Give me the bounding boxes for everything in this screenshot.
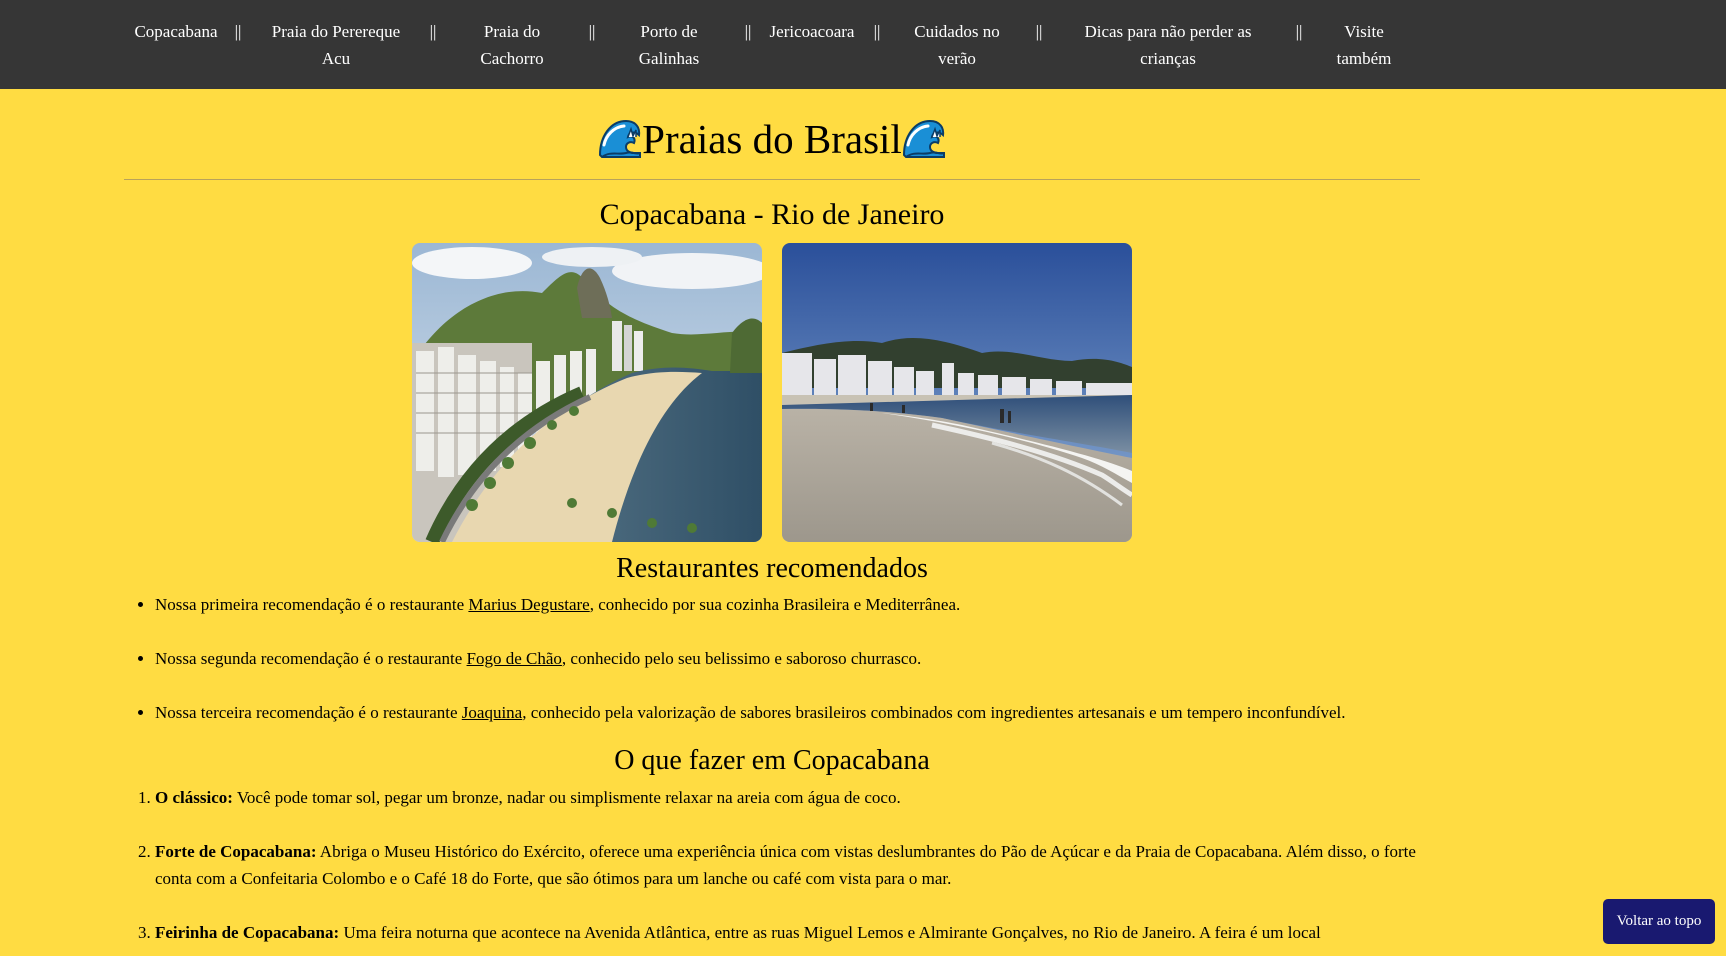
restaurants-title: Restaurantes recomendados (616, 553, 928, 584)
list-item: Feirinha de Copacabana: Uma feira noturn… (155, 919, 1420, 946)
nav-separator: || (1295, 22, 1303, 41)
list-item: O clássico: Você pode tomar sol, pegar u… (155, 784, 1420, 811)
activities-title: O que fazer em Copacabana (614, 745, 930, 776)
page-title-text: Praias do Brasil (642, 116, 902, 162)
nav-link-visite-tambem[interactable]: Visite também (1316, 18, 1412, 72)
nav-link-perereque-acu[interactable]: Praia do Perereque Acu (256, 18, 416, 72)
restaurant-text: , conhecido por sua cozinha Brasileira e… (589, 595, 961, 614)
restaurant-text: Nossa primeira recomendação é o restaura… (155, 595, 469, 614)
activity-text: Abriga o Museu Histórico do Exército, of… (155, 842, 1416, 888)
copacabana-aerial-photo (412, 243, 762, 542)
list-item: Forte de Copacabana: Abriga o Museu Hist… (155, 838, 1420, 892)
top-navbar: Copacabana || Praia do Perereque Acu || … (0, 0, 1726, 89)
back-to-top-button[interactable]: Voltar ao topo (1603, 899, 1715, 944)
page-title: Praias do Brasil (124, 114, 1420, 164)
wave-icon (599, 119, 642, 158)
list-item: Nossa primeira recomendação é o restaura… (155, 591, 1451, 618)
activity-heading: Feirinha de Copacabana: (155, 923, 340, 942)
nav-link-jericoacoara[interactable]: Jericoacoara (762, 18, 862, 45)
nav-link-copacabana[interactable]: Copacabana (112, 18, 240, 45)
restaurant-text: Nossa segunda recomendação é o restauran… (155, 649, 467, 668)
nav-link-porto-de-galinhas[interactable]: Porto de Galinhas (624, 18, 714, 72)
restaurant-link-joaquina[interactable]: Joaquina (462, 703, 522, 722)
title-divider (124, 179, 1420, 180)
restaurant-link-marius-degustare[interactable]: Marius Degustare (468, 595, 589, 614)
copacabana-shore-photo (782, 243, 1132, 542)
nav-separator: || (429, 22, 437, 41)
restaurant-text: Nossa terceira recomendação é o restaura… (155, 703, 462, 722)
activity-text: Uma feira noturna que acontece na Avenid… (339, 923, 1321, 942)
list-item: Nossa terceira recomendação é o restaura… (155, 699, 1451, 726)
wave-icon (902, 119, 945, 158)
restaurant-text: , conhecido pela valorização de sabores … (522, 703, 1346, 722)
activity-text: Você pode tomar sol, pegar um bronze, na… (232, 788, 901, 807)
restaurants-list: Nossa primeira recomendação é o restaura… (124, 591, 1451, 753)
list-item: Nossa segunda recomendação é o restauran… (155, 645, 1451, 672)
nav-link-praia-do-cachorro[interactable]: Praia do Cachorro (463, 18, 561, 72)
activity-heading: O clássico: (155, 788, 233, 807)
activity-heading: Forte de Copacabana: (155, 842, 317, 861)
restaurant-text: , conhecido pelo seu belissimo e saboros… (561, 649, 922, 668)
nav-link-cuidados-no-verao[interactable]: Cuidados no verão (901, 18, 1013, 72)
beach-title: Copacabana - Rio de Janeiro (599, 198, 945, 231)
activities-list: O clássico: Você pode tomar sol, pegar u… (124, 784, 1420, 956)
nav-separator: || (1035, 22, 1043, 41)
restaurant-link-fogo-de-chao[interactable]: Fogo de Chão (467, 649, 562, 668)
nav-separator: || (234, 22, 242, 41)
nav-link-dicas-criancas[interactable]: Dicas para não perder as crianças (1070, 18, 1266, 72)
nav-separator: || (588, 22, 596, 41)
nav-separator: || (873, 22, 881, 41)
nav-separator: || (744, 22, 752, 41)
